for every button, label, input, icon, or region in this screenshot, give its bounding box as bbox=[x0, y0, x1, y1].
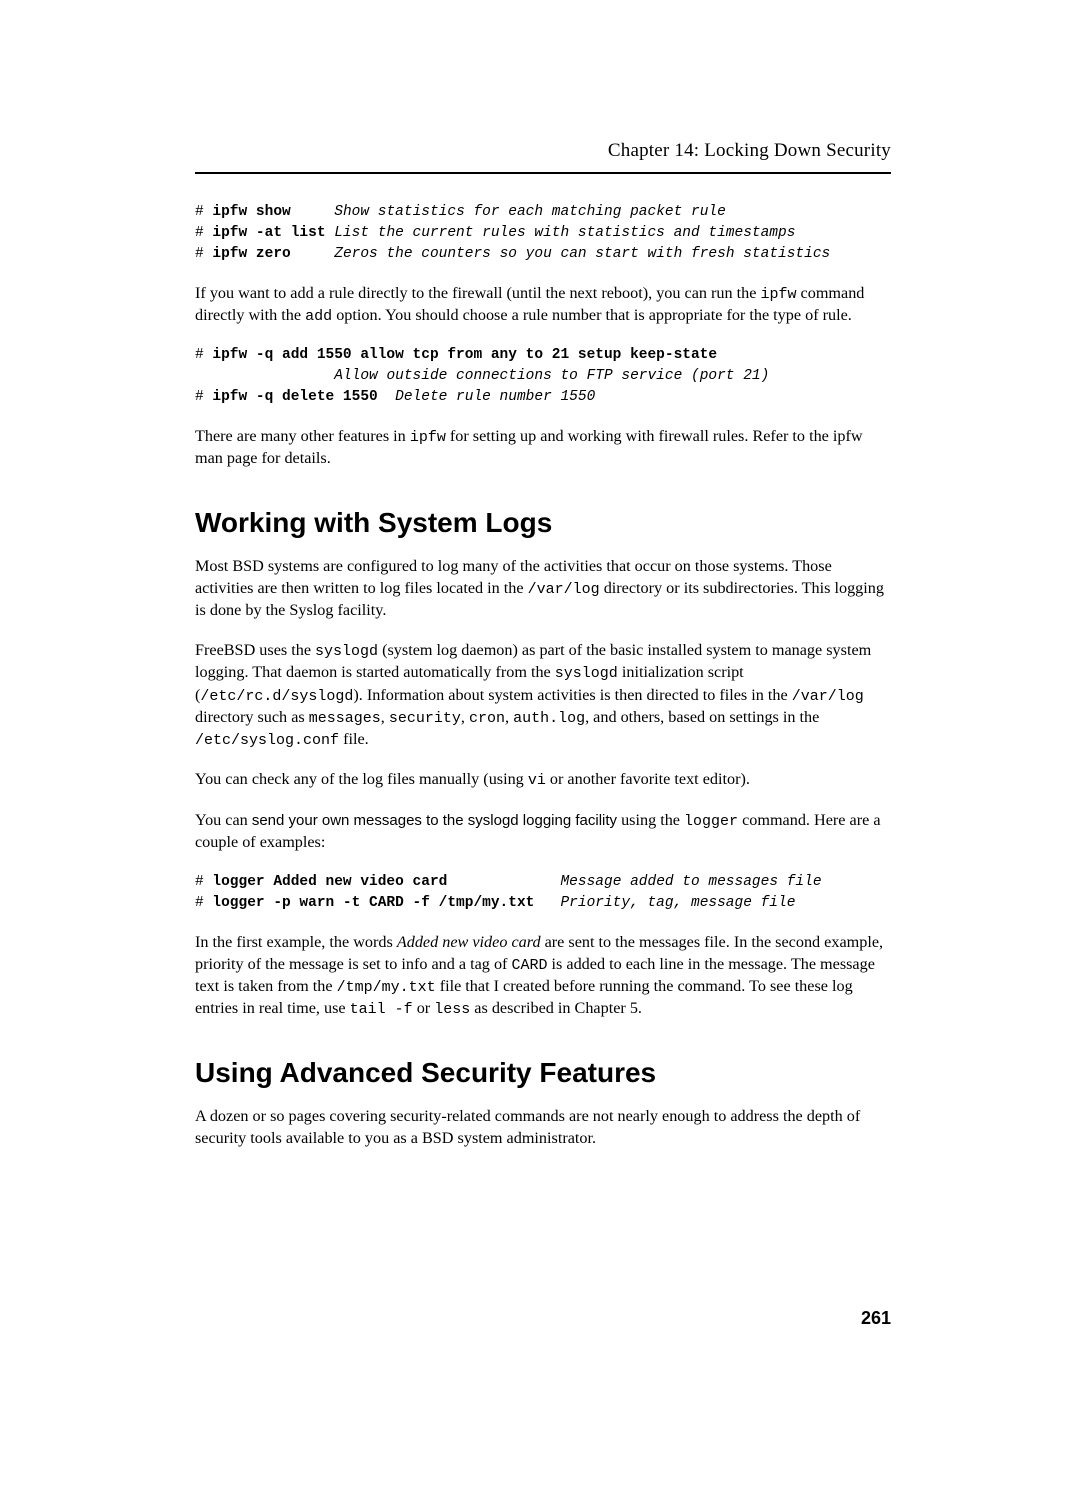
text: option. You should choose a rule number … bbox=[332, 306, 852, 324]
command: ipfw show bbox=[212, 204, 290, 220]
text: In the first example, the words bbox=[195, 933, 397, 951]
inline-code: syslogd bbox=[555, 665, 618, 682]
command: ipfw -at list bbox=[212, 225, 325, 241]
inline-code: add bbox=[305, 308, 332, 325]
text: , bbox=[381, 708, 389, 726]
pad bbox=[534, 895, 560, 911]
inline-code: /tmp/my.txt bbox=[337, 979, 436, 996]
heading-system-logs: Working with System Logs bbox=[195, 504, 891, 542]
comment: Allow outside connections to FTP service… bbox=[334, 368, 769, 384]
inline-code: syslogd bbox=[315, 643, 378, 660]
inline-code: ipfw bbox=[760, 286, 796, 303]
command: ipfw -q delete 1550 bbox=[212, 389, 377, 405]
inline-code: auth.log bbox=[513, 710, 585, 727]
paragraph-logger-explain: In the first example, the words Added ne… bbox=[195, 932, 891, 1021]
comment: List the current rules with statistics a… bbox=[334, 225, 795, 241]
text: or another favorite text editor). bbox=[546, 770, 750, 788]
inline-code: cron bbox=[469, 710, 505, 727]
text: , and others, based on settings in the bbox=[585, 708, 819, 726]
comment: Show statistics for each matching packet… bbox=[334, 204, 726, 220]
comment: Priority, tag, message file bbox=[560, 895, 795, 911]
inline-code: /etc/rc.d/syslogd bbox=[200, 688, 353, 705]
text: You can bbox=[195, 811, 252, 829]
inline-code: logger bbox=[684, 813, 738, 830]
prompt: # bbox=[195, 347, 212, 363]
inline-code: less bbox=[434, 1001, 470, 1018]
text: There are many other features in bbox=[195, 427, 410, 445]
code-block-ipfw-add: # ipfw -q add 1550 allow tcp from any to… bbox=[195, 345, 891, 408]
code-block-logger: # logger Added new video card Message ad… bbox=[195, 872, 891, 914]
italic-text: Added new video card bbox=[397, 933, 541, 951]
pad bbox=[378, 389, 395, 405]
text: FreeBSD uses the bbox=[195, 641, 315, 659]
text: using the bbox=[617, 811, 684, 829]
paragraph-logger: You can send your own messages to the sy… bbox=[195, 810, 891, 854]
command: ipfw -q add 1550 allow tcp from any to 2… bbox=[212, 347, 717, 363]
text: as described in Chapter 5. bbox=[470, 999, 642, 1017]
page: Chapter 14: Locking Down Security # ipfw… bbox=[0, 0, 1071, 1500]
text: You can check any of the log files manua… bbox=[195, 770, 528, 788]
paragraph-add-rule: If you want to add a rule directly to th… bbox=[195, 283, 891, 328]
prompt: # bbox=[195, 874, 212, 890]
text: A dozen or so pages covering security-re… bbox=[195, 1107, 860, 1147]
inline-code: /etc/syslog.conf bbox=[195, 732, 339, 749]
inline-code: tail -f bbox=[350, 1001, 413, 1018]
pad bbox=[291, 204, 335, 220]
prompt: # bbox=[195, 204, 212, 220]
inline-code: CARD bbox=[511, 957, 547, 974]
prompt: # bbox=[195, 895, 212, 911]
command: logger Added new video card bbox=[212, 874, 447, 890]
paragraph-ipfw-features: There are many other features in ipfw fo… bbox=[195, 426, 891, 470]
command: logger -p warn -t CARD -f /tmp/my.txt bbox=[212, 895, 534, 911]
paragraph-advanced-intro: A dozen or so pages covering security-re… bbox=[195, 1106, 891, 1150]
sans-text: send your own messages to the syslogd lo… bbox=[252, 812, 617, 829]
inline-code: /var/log bbox=[528, 581, 600, 598]
text: directory such as bbox=[195, 708, 309, 726]
paragraph-bsd-logs: Most BSD systems are configured to log m… bbox=[195, 556, 891, 622]
prompt: # bbox=[195, 246, 212, 262]
text: or bbox=[413, 999, 435, 1017]
page-number: 261 bbox=[861, 1306, 891, 1330]
chapter-header: Chapter 14: Locking Down Security bbox=[195, 138, 891, 174]
pad bbox=[195, 368, 334, 384]
text: file. bbox=[339, 730, 369, 748]
prompt: # bbox=[195, 389, 212, 405]
pad bbox=[326, 225, 335, 241]
pad bbox=[291, 246, 335, 262]
inline-code: vi bbox=[528, 772, 546, 789]
heading-advanced-security: Using Advanced Security Features bbox=[195, 1054, 891, 1092]
inline-code: security bbox=[389, 710, 461, 727]
paragraph-check-logs: You can check any of the log files manua… bbox=[195, 769, 891, 791]
text: , bbox=[505, 708, 513, 726]
text: , bbox=[461, 708, 469, 726]
inline-code: /var/log bbox=[792, 688, 864, 705]
text: If you want to add a rule directly to th… bbox=[195, 284, 760, 302]
comment: Zeros the counters so you can start with… bbox=[334, 246, 830, 262]
pad bbox=[447, 874, 560, 890]
inline-code: messages bbox=[309, 710, 381, 727]
inline-code: ipfw bbox=[410, 429, 446, 446]
text: ). Information about system activities i… bbox=[353, 686, 791, 704]
comment: Message added to messages file bbox=[560, 874, 821, 890]
paragraph-syslogd: FreeBSD uses the syslogd (system log dae… bbox=[195, 640, 891, 751]
comment: Delete rule number 1550 bbox=[395, 389, 595, 405]
command: ipfw zero bbox=[212, 246, 290, 262]
code-block-ipfw-show: # ipfw show Show statistics for each mat… bbox=[195, 202, 891, 265]
prompt: # bbox=[195, 225, 212, 241]
